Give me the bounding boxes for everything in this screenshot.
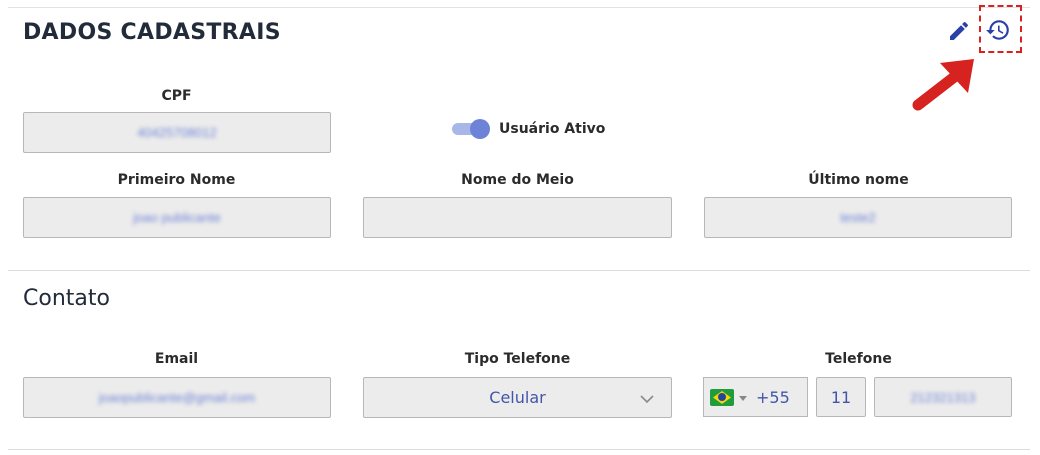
pencil-icon (950, 21, 969, 40)
phone-number-value: 212321313 (910, 389, 976, 405)
bottom-divider (8, 449, 1030, 450)
cpf-value: 40425708012 (137, 125, 217, 140)
caret-down-icon (739, 396, 747, 401)
cpf-label: CPF (161, 88, 192, 104)
history-icon (986, 20, 1009, 40)
chevron-down-icon (640, 395, 654, 404)
history-button[interactable] (985, 17, 1011, 43)
section-divider (8, 270, 1030, 271)
active-user-label: Usuário Ativo (499, 121, 606, 137)
middle-name-label: Nome do Meio (461, 172, 574, 188)
toggle-knob (470, 119, 490, 139)
email-field[interactable]: joaopublicante@gmail.com (23, 377, 331, 418)
cpf-field[interactable]: 40425708012 (23, 112, 331, 153)
phone-number-field[interactable]: 212321313 (874, 377, 1012, 417)
first-name-label: Primeiro Nome (117, 172, 236, 188)
phone-type-label: Tipo Telefone (464, 351, 571, 367)
dial-code: +55 (756, 388, 790, 407)
first-name-value: joao publicante (133, 210, 221, 225)
brazil-flag-icon (710, 389, 734, 406)
phone-label: Telefone (825, 351, 892, 367)
area-code-field[interactable]: 11 (816, 377, 866, 417)
top-divider (8, 7, 1030, 8)
edit-button[interactable] (946, 18, 972, 44)
middle-name-field[interactable] (363, 197, 672, 238)
email-value: joaopublicante@gmail.com (98, 390, 256, 405)
email-label: Email (154, 351, 199, 367)
country-code-select[interactable]: +55 (703, 377, 808, 417)
first-name-field[interactable]: joao publicante (23, 197, 331, 238)
section-title-dados-cadastrais: DADOS CADASTRAIS (23, 20, 281, 45)
active-user-toggle[interactable] (452, 119, 490, 139)
phone-type-select[interactable]: Celular (363, 377, 672, 418)
phone-type-value: Celular (489, 388, 546, 407)
section-title-contato: Contato (23, 286, 110, 311)
last-name-value: teste2 (840, 210, 876, 225)
area-code-value: 11 (830, 387, 852, 407)
last-name-label: Último nome (808, 172, 909, 188)
red-arrow-annotation (912, 59, 974, 111)
last-name-field[interactable]: teste2 (704, 197, 1012, 238)
